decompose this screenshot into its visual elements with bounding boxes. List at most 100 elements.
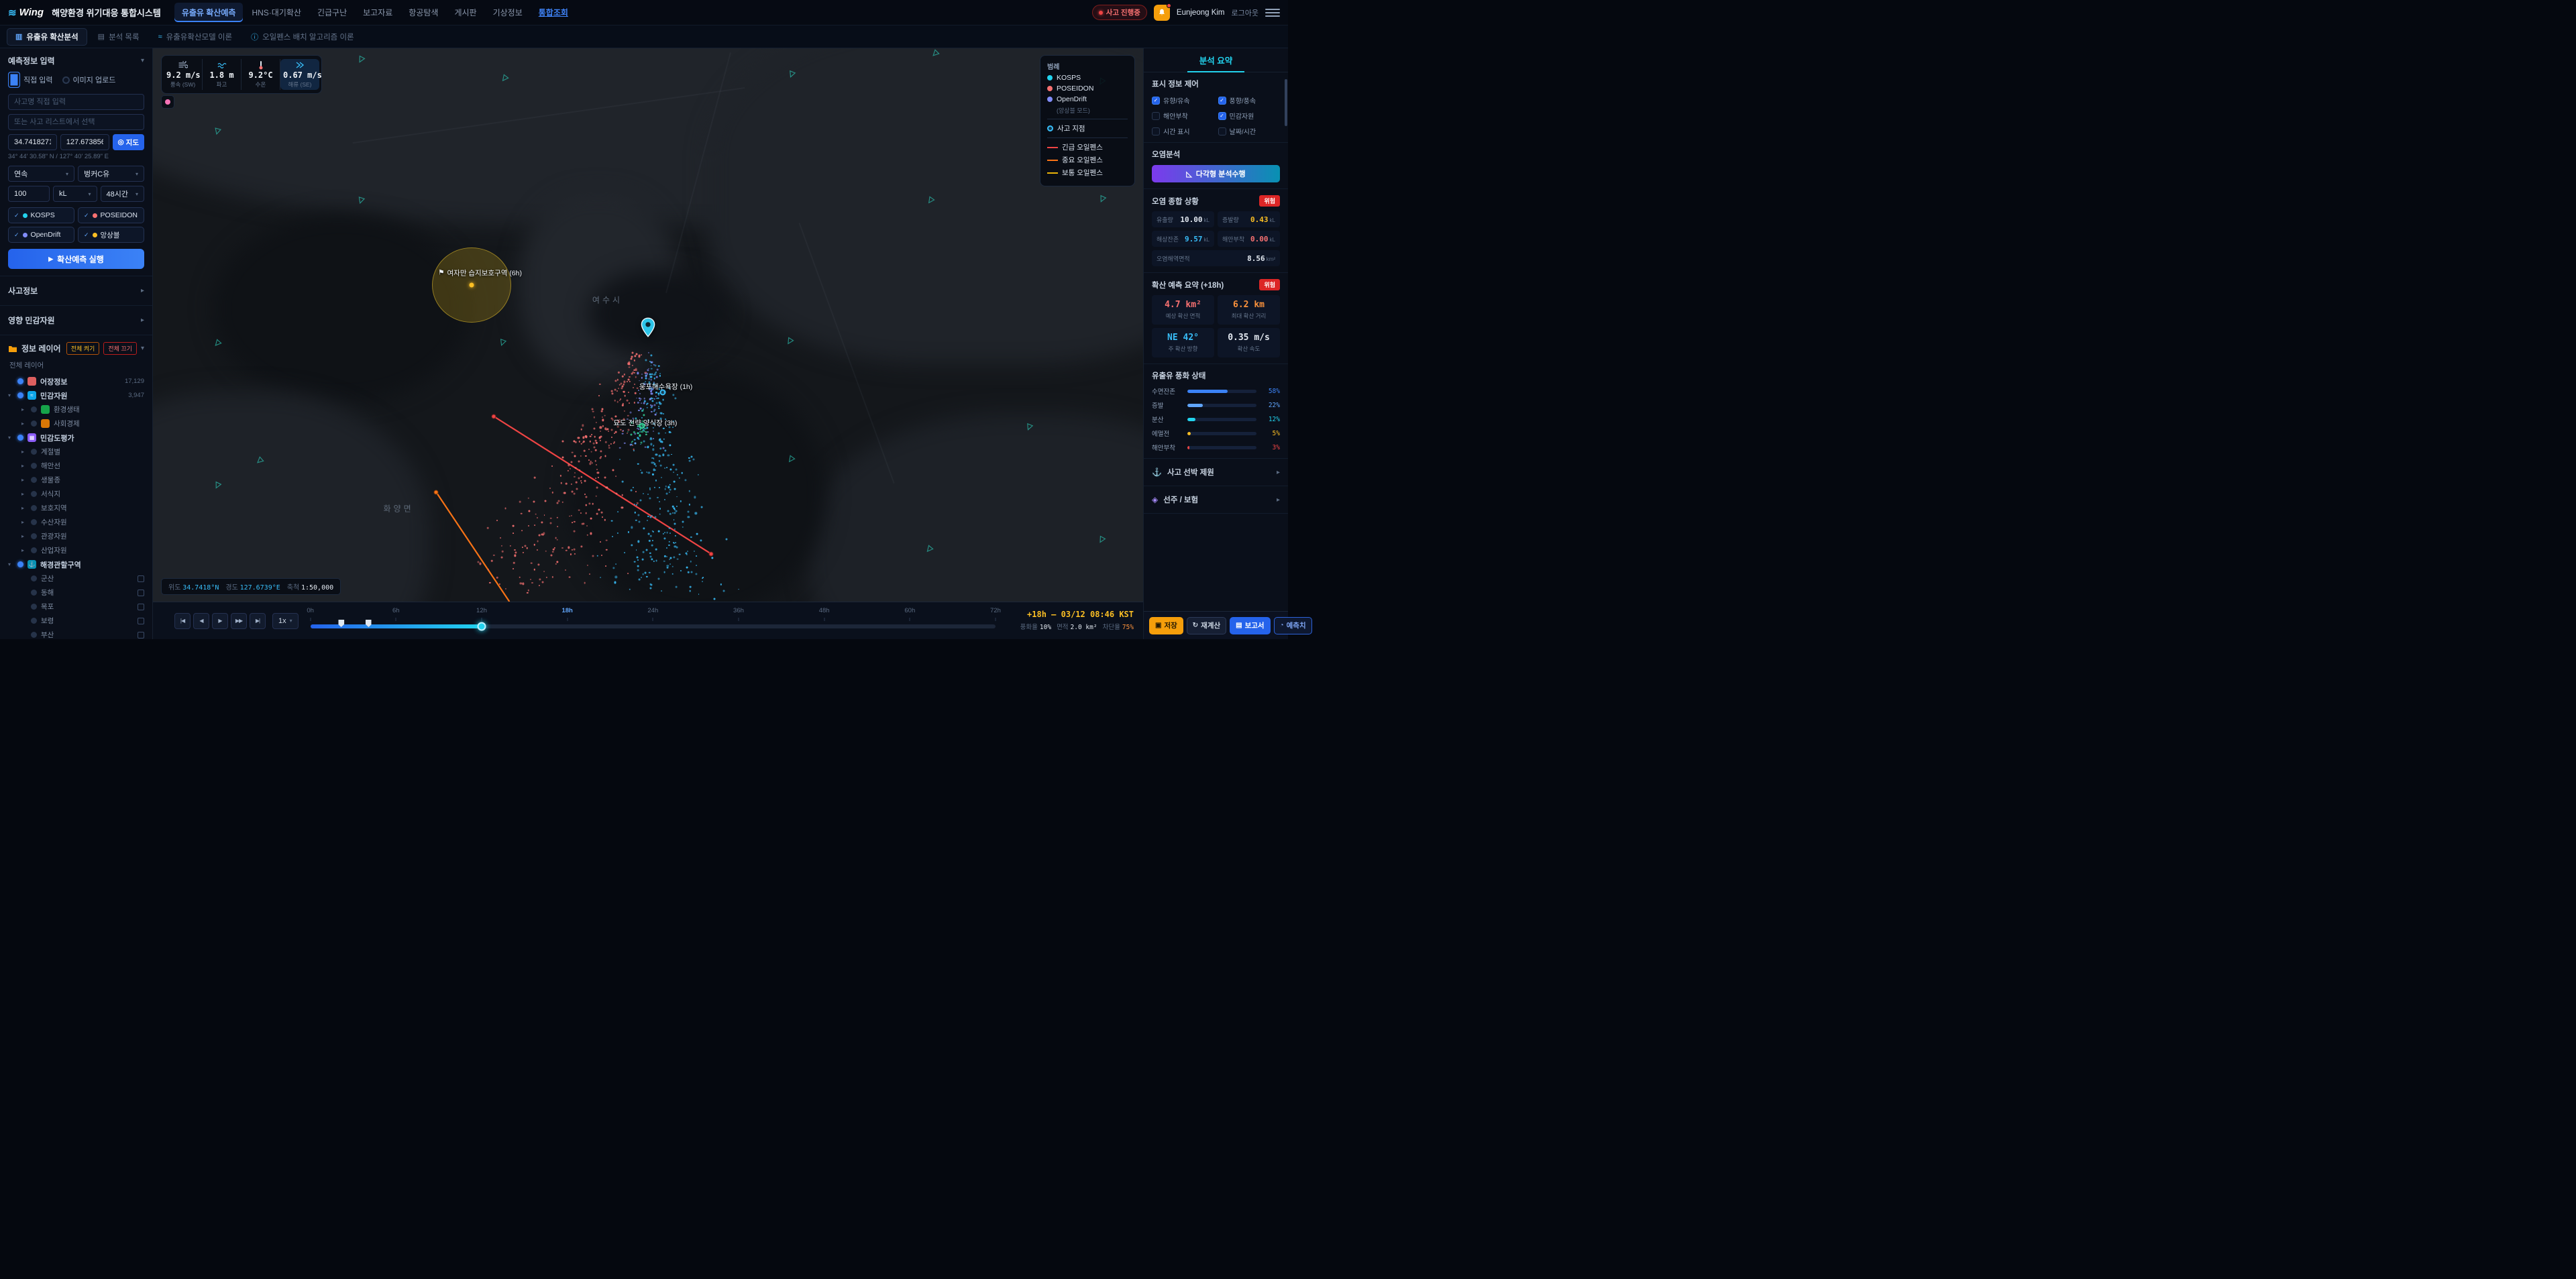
nav-item-3[interactable]: 긴급구난 <box>310 3 354 22</box>
step-back-button[interactable]: ◀ <box>193 612 209 629</box>
layer-toggle[interactable] <box>31 547 37 553</box>
layer-row-12[interactable]: ▸ 관광자원 <box>4 529 148 543</box>
scrollbar[interactable] <box>1285 79 1287 126</box>
fast-forward-button[interactable]: ▶▶ <box>231 612 247 629</box>
display-option-1[interactable]: ✓ 유향/유속 <box>1152 95 1214 105</box>
layer-toggle[interactable] <box>17 561 23 567</box>
pick-on-map-button[interactable]: ◎ 지도 <box>112 134 144 150</box>
speed-select[interactable]: 1x ▾ <box>272 612 299 629</box>
checkbox-icon[interactable] <box>1152 127 1160 135</box>
model-chip-3[interactable]: ✓ OpenDrift <box>8 227 74 243</box>
summary-tab[interactable]: 분석 요약 <box>1144 48 1288 72</box>
layer-row-14[interactable]: ▾ ⚓ 해경관할구역 <box>4 557 148 571</box>
direct-input-radio[interactable]: 직접 입력 <box>8 72 53 88</box>
layer-row-8[interactable]: ▸ 생물종 <box>4 473 148 487</box>
resource-marker-2[interactable] <box>639 423 645 429</box>
layer-toggle[interactable] <box>17 392 23 398</box>
amount-input[interactable] <box>8 186 50 202</box>
owner-insurance-panel[interactable]: ◈ 선주 / 보험 ▸ <box>1144 486 1288 514</box>
spill-type-select[interactable]: 연속 ▾ <box>8 166 74 182</box>
nav-item-7[interactable]: 기상정보 <box>486 3 530 22</box>
display-option-2[interactable]: ✓ 풍향/풍속 <box>1218 95 1281 105</box>
checkbox-icon[interactable] <box>1152 111 1160 120</box>
layer-toggle[interactable] <box>31 618 37 624</box>
resource-marker-1[interactable] <box>659 389 666 396</box>
nav-item-2[interactable]: HNS·대기확산 <box>244 3 309 22</box>
checkbox-icon[interactable]: ✓ <box>1218 111 1226 120</box>
checkbox-icon[interactable]: ✓ <box>1218 96 1226 105</box>
layer-toggle[interactable] <box>17 435 23 441</box>
timeline-handle[interactable] <box>477 622 486 631</box>
layer-toggle[interactable] <box>31 463 37 469</box>
layer-toggle[interactable] <box>31 491 37 497</box>
layer-toggle[interactable] <box>31 505 37 511</box>
layer-style-icon[interactable] <box>138 617 144 624</box>
nav-item-1[interactable]: 유출유 확산예측 <box>174 3 244 22</box>
display-option-4[interactable]: ✓ 민감자원 <box>1218 111 1281 121</box>
save-button[interactable]: ▣ 저장 <box>1149 616 1183 634</box>
layer-toggle[interactable] <box>31 590 37 596</box>
map-canvas[interactable]: ⚑ 여자만 습지보호구역 (6h) 9.2 m/s 풍속 (SW) 1.8 m 파고 9… <box>153 48 1143 602</box>
collapse-icon[interactable]: ▾ <box>141 57 144 64</box>
recalculate-button[interactable]: ↻ 재계산 <box>1186 616 1227 634</box>
layer-row-15[interactable]: 군산 <box>4 571 148 586</box>
accident-location-pin[interactable] <box>641 317 655 338</box>
display-option-3[interactable]: 해안부착 <box>1152 111 1214 121</box>
layer-row-16[interactable]: 동해 <box>4 586 148 600</box>
layer-row-5[interactable]: ▾ ▦ 민감도평가 <box>4 431 148 445</box>
layer-toggle[interactable] <box>31 604 37 610</box>
layer-style-icon[interactable] <box>138 631 144 638</box>
all-layers-on-button[interactable]: 전체 켜기 <box>66 342 100 355</box>
oil-type-select[interactable]: 벙커C유 ▾ <box>78 166 144 182</box>
model-chip-2[interactable]: ✓ POSEIDON <box>78 207 144 223</box>
layer-toggle[interactable] <box>31 421 37 427</box>
layer-row-9[interactable]: ▸ 서식지 <box>4 487 148 501</box>
forecast-button[interactable]: ◔ 예측치 <box>1273 616 1312 634</box>
impact-resources-panel[interactable]: 영향 민감자원 ▸ <box>0 306 152 335</box>
layer-row-10[interactable]: ▸ 보호지역 <box>4 501 148 515</box>
checkbox-icon[interactable]: ✓ <box>1152 96 1160 105</box>
layer-row-1[interactable]: 어장정보 17,129 <box>4 374 148 388</box>
layer-row-13[interactable]: ▸ 산업자원 <box>4 543 148 557</box>
incident-list-input[interactable] <box>8 114 144 130</box>
boom-line-emergency[interactable] <box>494 416 712 554</box>
tab-1[interactable]: ▥ 유출유 확산분석 <box>7 27 87 46</box>
all-layers-off-button[interactable]: 전체 끄기 <box>103 342 137 355</box>
layer-toggle[interactable] <box>31 519 37 525</box>
all-layers-row[interactable]: 전체 레이어 <box>0 359 152 374</box>
layer-style-icon[interactable] <box>138 589 144 596</box>
layer-toggle[interactable] <box>31 533 37 539</box>
model-chip-4[interactable]: ✓ 앙상블 <box>78 227 144 243</box>
unit-select[interactable]: kL ▾ <box>53 186 97 202</box>
collapse-icon[interactable]: ▾ <box>141 345 144 352</box>
layer-row-11[interactable]: ▸ 수산자원 <box>4 515 148 529</box>
report-button[interactable]: ▤ 보고서 <box>1230 616 1271 634</box>
display-option-6[interactable]: 날짜/시간 <box>1218 126 1281 136</box>
layer-style-icon[interactable] <box>138 603 144 610</box>
longitude-input[interactable] <box>60 134 109 150</box>
layer-row-6[interactable]: ▸ 계절별 <box>4 445 148 459</box>
boom-line-important[interactable] <box>436 492 509 602</box>
incident-name-input[interactable] <box>8 94 144 110</box>
tab-4[interactable]: ⓘ 오일펜스 배치 알고리즘 이론 <box>243 28 362 46</box>
layer-row-19[interactable]: 부산 <box>4 628 148 639</box>
model-chip-1[interactable]: ✓ KOSPS <box>8 207 74 223</box>
nav-item-6[interactable]: 게시판 <box>447 3 484 22</box>
layer-toggle[interactable] <box>31 632 37 638</box>
run-prediction-button[interactable]: ▶ 확산예측 실행 <box>8 249 144 269</box>
display-option-5[interactable]: 시간 표시 <box>1152 126 1214 136</box>
polygon-analysis-button[interactable]: ◺ 다각형 분석수행 <box>1152 165 1280 182</box>
layer-toggle[interactable] <box>31 575 37 581</box>
layer-row-18[interactable]: 보령 <box>4 614 148 628</box>
timeline-track[interactable] <box>310 622 996 631</box>
accident-info-panel[interactable]: 사고정보 ▸ <box>0 276 152 306</box>
tab-2[interactable]: ▤ 분석 목록 <box>90 28 148 46</box>
layer-toggle[interactable] <box>31 477 37 483</box>
vessel-spec-panel[interactable]: ⚓ 사고 선박 제원 ▸ <box>1144 459 1288 486</box>
layer-row-4[interactable]: ▸ 사회경제 <box>4 416 148 431</box>
play-button[interactable]: ▶ <box>212 612 228 629</box>
layer-row-7[interactable]: ▸ 해안선 <box>4 459 148 473</box>
layer-style-icon[interactable] <box>138 575 144 582</box>
notification-bell-button[interactable] <box>1153 3 1171 21</box>
latitude-input[interactable] <box>8 134 57 150</box>
